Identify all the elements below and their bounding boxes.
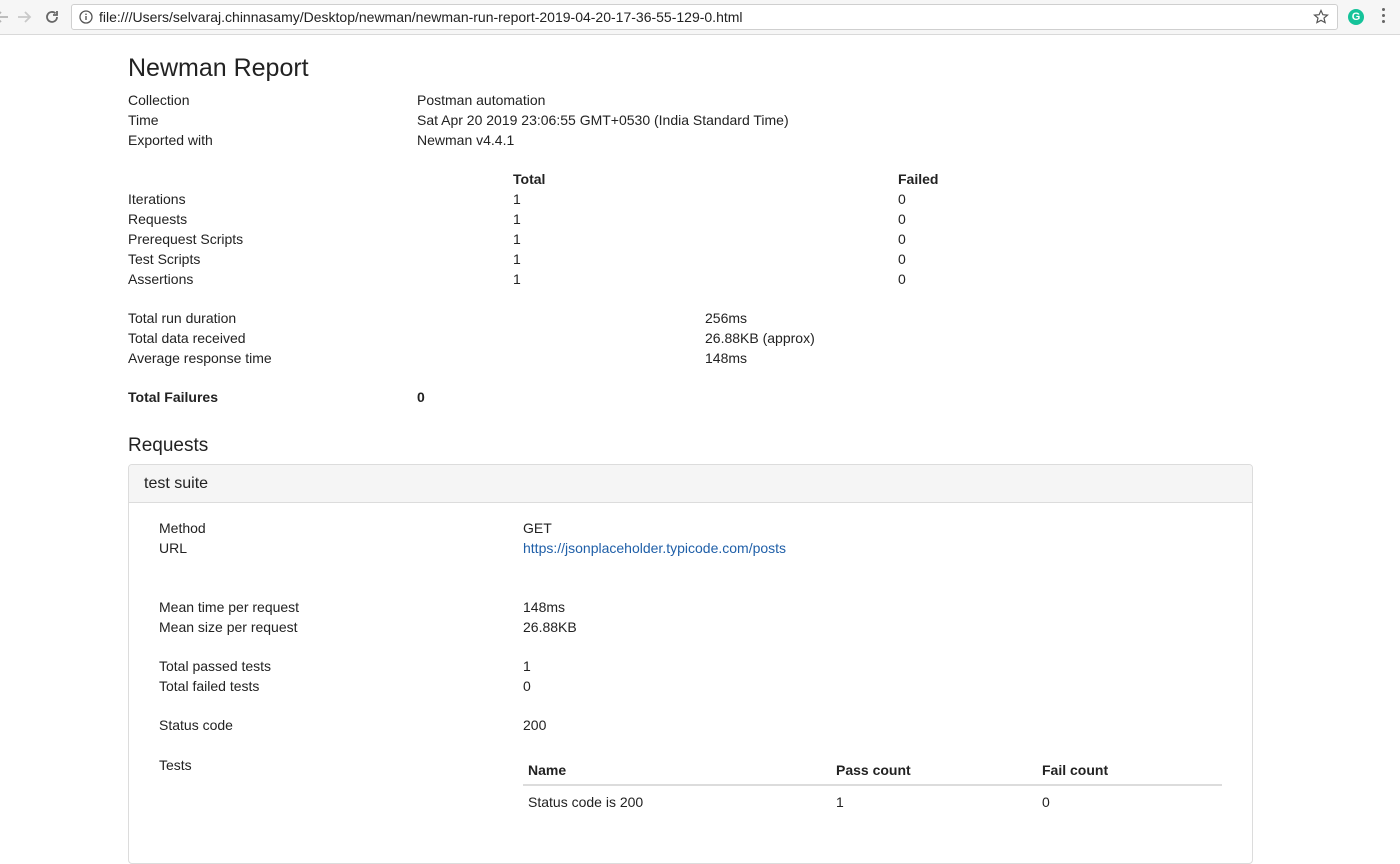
total-failures-label: Total Failures xyxy=(128,389,218,405)
test-row-pass-count: 1 xyxy=(836,794,844,810)
summary-failed-assertions: 0 xyxy=(898,271,906,287)
request-url-link[interactable]: https://jsonplaceholder.typicode.com/pos… xyxy=(523,540,786,556)
tests-header-name: Name xyxy=(528,762,567,778)
info-label-exported: Exported with xyxy=(128,132,213,148)
info-value-exported: Newman v4.4.1 xyxy=(417,132,515,148)
failed-tests-label: Total failed tests xyxy=(159,678,260,694)
timing-value-data-received: 26.88KB (approx) xyxy=(705,330,815,346)
summary-header-failed: Failed xyxy=(898,171,939,187)
info-value-collection: Postman automation xyxy=(417,92,546,108)
request-name: test suite xyxy=(144,475,209,492)
tests-label: Tests xyxy=(159,757,192,773)
address-bar[interactable]: file:///Users/selvaraj.chinnasamy/Deskto… xyxy=(71,4,1338,30)
info-label-time: Time xyxy=(128,112,159,128)
summary-failed-prerequest-scripts: 0 xyxy=(898,231,906,247)
summary-total-iterations: 1 xyxy=(513,191,521,207)
bookmark-star-icon[interactable] xyxy=(1313,9,1329,28)
passed-tests-value: 1 xyxy=(523,658,531,674)
status-code-value: 200 xyxy=(523,717,547,733)
browser-toolbar: file:///Users/selvaraj.chinnasamy/Deskto… xyxy=(0,0,1400,35)
summary-total-test-scripts: 1 xyxy=(513,251,521,267)
summary-label-requests: Requests xyxy=(128,211,188,227)
timing-label-run-duration: Total run duration xyxy=(128,310,237,326)
request-method-label: Method xyxy=(159,520,206,536)
request-panel-heading[interactable]: test suite xyxy=(129,465,1252,503)
summary-label-iterations: Iterations xyxy=(128,191,186,207)
failed-tests-value: 0 xyxy=(523,678,531,694)
tests-header-pass: Pass count xyxy=(836,762,911,778)
info-value-time: Sat Apr 20 2019 23:06:55 GMT+0530 (India… xyxy=(417,112,789,128)
back-icon[interactable] xyxy=(0,7,12,27)
mean-time-label: Mean time per request xyxy=(159,599,300,615)
summary-total-prerequest-scripts: 1 xyxy=(513,231,521,247)
mean-size-label: Mean size per request xyxy=(159,619,298,635)
summary-failed-iterations: 0 xyxy=(898,191,906,207)
request-method-value: GET xyxy=(523,520,552,536)
browser-menu-icon[interactable] xyxy=(1382,8,1385,26)
mean-time-value: 148ms xyxy=(523,599,566,615)
reload-icon[interactable] xyxy=(42,7,62,27)
forward-icon[interactable] xyxy=(14,7,34,27)
summary-total-assertions: 1 xyxy=(513,271,521,287)
page-title: Newman Report xyxy=(128,54,309,82)
mean-size-value: 26.88KB xyxy=(523,619,577,635)
timing-value-avg-response: 148ms xyxy=(705,350,748,366)
test-row-name: Status code is 200 xyxy=(528,794,644,810)
grammarly-extension-icon[interactable]: G xyxy=(1348,9,1364,25)
info-label-collection: Collection xyxy=(128,92,190,108)
request-url-label: URL xyxy=(159,540,188,556)
test-row-fail-count: 0 xyxy=(1042,794,1050,810)
total-failures-value: 0 xyxy=(417,389,425,405)
summary-failed-test-scripts: 0 xyxy=(898,251,906,267)
summary-label-prerequest-scripts: Prerequest Scripts xyxy=(128,231,244,247)
passed-tests-label: Total passed tests xyxy=(159,658,272,674)
timing-label-avg-response: Average response time xyxy=(128,350,272,366)
timing-value-run-duration: 256ms xyxy=(705,310,748,326)
summary-label-test-scripts: Test Scripts xyxy=(128,251,201,267)
request-panel: test suite Method GET URL https://jsonpl… xyxy=(128,464,1253,864)
url-text[interactable]: file:///Users/selvaraj.chinnasamy/Deskto… xyxy=(99,9,743,25)
status-code-label: Status code xyxy=(159,717,233,733)
info-icon[interactable] xyxy=(79,10,93,27)
tests-header-fail: Fail count xyxy=(1042,762,1109,778)
summary-total-requests: 1 xyxy=(513,211,521,227)
timing-label-data-received: Total data received xyxy=(128,330,246,346)
tests-table-divider xyxy=(523,784,1222,786)
summary-header-total: Total xyxy=(513,171,546,187)
summary-failed-requests: 0 xyxy=(898,211,906,227)
requests-heading: Requests xyxy=(128,435,209,456)
summary-label-assertions: Assertions xyxy=(128,271,194,287)
